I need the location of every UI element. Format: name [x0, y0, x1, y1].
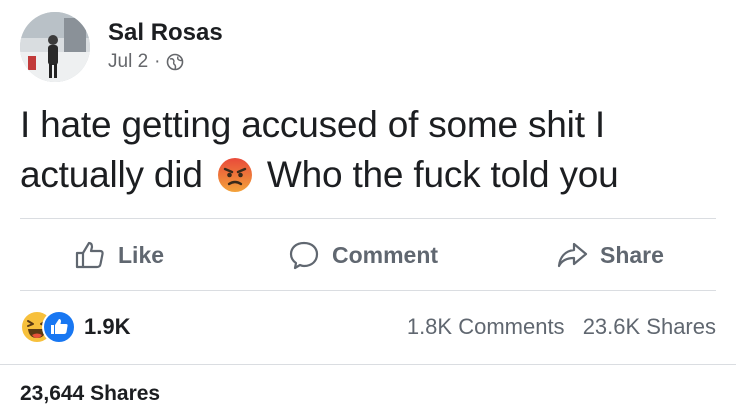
comments-count[interactable]: 1.8K Comments [407, 314, 565, 339]
divider-bottom [0, 364, 736, 365]
like-button[interactable]: Like [74, 222, 164, 288]
post-header: Sal Rosas Jul 2 · [20, 12, 223, 82]
like-icon [42, 310, 76, 344]
post-date-row: Jul 2 · [108, 51, 223, 73]
reactions-summary[interactable]: 1.9K [20, 310, 130, 344]
post-date[interactable]: Jul 2 [108, 51, 148, 73]
reaction-icons [20, 310, 76, 344]
action-bar: Like Comment Share [0, 222, 736, 288]
share-arrow-icon [557, 242, 588, 268]
avatar[interactable] [20, 12, 90, 82]
angry-face-icon [217, 156, 253, 192]
post-body: I hate getting accused of some shit I ac… [20, 100, 720, 200]
thumbs-up-icon [75, 241, 104, 269]
reaction-count: 1.9K [84, 314, 131, 339]
share-label: Share [600, 241, 664, 268]
stats-bar: 1.9K 1.8K Comments 23.6K Shares [20, 306, 716, 348]
comment-label: Comment [332, 241, 439, 268]
separator-dot: · [154, 51, 161, 72]
post-text-line-1: I hate getting accused of some shit I [20, 104, 605, 145]
divider-middle [20, 290, 716, 291]
globe-icon [166, 53, 184, 71]
share-button[interactable]: Share [556, 222, 664, 288]
comment-button[interactable]: Comment [288, 222, 438, 288]
author-name[interactable]: Sal Rosas [108, 19, 223, 47]
like-label: Like [118, 241, 165, 268]
post-text-part-2: Who the fuck told you [266, 154, 619, 195]
divider-top [20, 218, 716, 219]
post-meta: Sal Rosas Jul 2 · [108, 12, 223, 73]
post-text-part-1: actually did [20, 154, 203, 195]
post-text-line-2: actually did Who the fuck told you [20, 150, 720, 200]
total-shares: 23,644 Shares [20, 382, 161, 405]
comment-icon [289, 241, 319, 270]
stats-right: 1.8K Comments 23.6K Shares [395, 314, 716, 340]
shares-count[interactable]: 23.6K Shares [583, 314, 716, 339]
